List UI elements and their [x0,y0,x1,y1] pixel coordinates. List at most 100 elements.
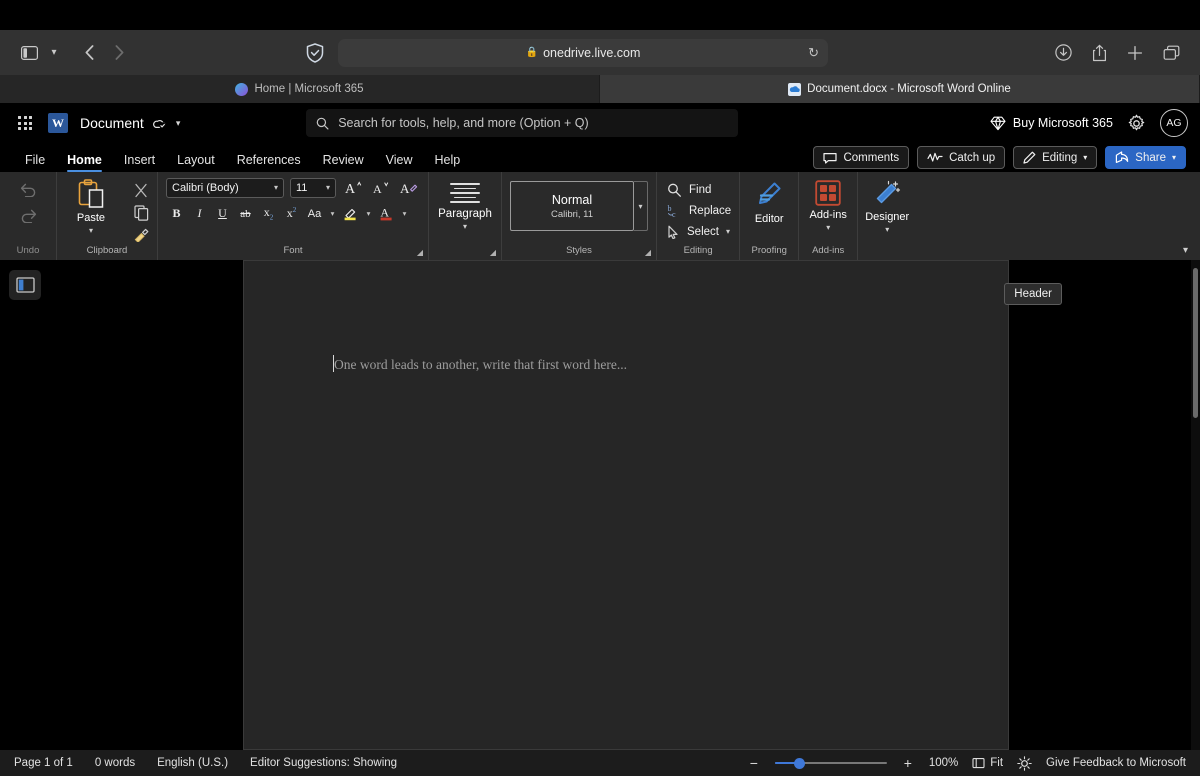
tab-references[interactable]: References [226,153,312,172]
search-box[interactable] [306,109,739,137]
document-page[interactable]: Header One word leads to another, write … [243,260,1062,750]
scrollbar-thumb[interactable] [1193,268,1198,418]
gear-icon[interactable] [1127,114,1146,133]
reload-icon[interactable]: ↻ [808,45,819,61]
grow-font-icon[interactable]: A [342,177,364,198]
tab-insert[interactable]: Insert [113,153,166,172]
buy-microsoft-365-button[interactable]: Buy Microsoft 365 [990,116,1113,131]
subscript-icon[interactable]: x2 [258,203,279,224]
cloud-saved-icon[interactable] [152,117,168,130]
font-name-select[interactable]: Calibri (Body) ▾ [166,177,284,198]
ribbon-group-editing: Find bc Replace Select ▾ Editing [656,172,739,260]
feedback-link[interactable]: Give Feedback to Microsoft [1046,757,1186,769]
page-count[interactable]: Page 1 of 1 [14,757,73,769]
chevron-down-icon: ▾ [725,227,730,236]
document-title[interactable]: Document [80,115,144,131]
format-painter-icon[interactable] [133,225,149,244]
underline-icon[interactable]: U [212,203,233,224]
buy-label: Buy Microsoft 365 [1012,116,1113,130]
tab-file[interactable]: File [14,153,56,172]
find-button[interactable]: Find [667,180,731,199]
focus-mode-icon[interactable] [1017,755,1032,771]
editor-suggestions[interactable]: Editor Suggestions: Showing [250,757,397,769]
word-count[interactable]: 0 words [95,757,135,769]
browser-toolbar-actions [1048,39,1186,67]
scrollbar-track[interactable] [1191,260,1200,750]
styles-more-chevron-icon[interactable]: ▾ [634,181,648,231]
change-case-icon[interactable]: Aa [304,203,325,224]
tab-review[interactable]: Review [312,153,375,172]
sidebar-options-chevron-icon[interactable]: ▾ [44,47,64,58]
ribbon-collapse-chevron-icon[interactable]: ▾ [1183,245,1188,256]
chevron-down-icon[interactable]: ▾ [399,209,410,218]
chevron-down-icon[interactable]: ▾ [327,209,338,218]
adblock-shield-icon[interactable] [302,40,328,66]
avatar[interactable]: AG [1159,109,1188,137]
document-canvas[interactable]: Header One word leads to another, write … [52,260,1200,750]
strikethrough-icon[interactable]: ab [235,203,256,224]
browser-tab-2[interactable]: Document.docx - Microsoft Word Online [600,75,1200,103]
title-chevron-down-icon[interactable]: ▾ [176,118,181,129]
header-label-button[interactable]: Header [1004,283,1062,305]
tab-home[interactable]: Home [56,153,113,172]
scissors-icon[interactable] [134,181,148,200]
cursor-arrow-icon [667,225,680,239]
comments-button[interactable]: Comments [813,146,910,169]
navigation-pane-icon[interactable] [9,270,41,300]
language[interactable]: English (U.S.) [157,757,228,769]
style-normal[interactable]: Normal Calibri, 11 [510,181,634,231]
waffle-grid-icon[interactable] [12,110,38,136]
fit-button[interactable]: Fit [972,757,1003,769]
text-highlight-icon[interactable] [340,203,361,224]
ribbon-group-proofing: Editor Proofing [739,172,798,260]
font-size-select[interactable]: 11 ▾ [290,177,336,198]
status-bar: Page 1 of 1 0 words English (U.S.) Edito… [0,750,1200,776]
styles-dialog-launcher-icon[interactable]: ◢ [645,248,651,257]
tab-view[interactable]: View [375,153,424,172]
sidebar-toggle-icon[interactable] [14,39,44,67]
select-button[interactable]: Select ▾ [667,222,731,241]
tab-layout[interactable]: Layout [166,153,226,172]
superscript-icon[interactable]: x2 [281,203,302,224]
copy-icon[interactable] [133,203,149,222]
clear-formatting-icon[interactable]: A [398,177,420,198]
chevron-down-icon[interactable]: ▾ [826,223,830,232]
catch-up-button[interactable]: Catch up [917,146,1006,169]
zoom-slider[interactable] [774,757,887,769]
chevron-down-icon[interactable]: ▾ [363,209,374,218]
zoom-in-button[interactable]: + [901,755,915,771]
editor-button[interactable]: Editor [740,177,798,225]
tab-help[interactable]: Help [424,153,472,172]
url-text: onedrive.live.com [543,45,641,60]
svg-text:c: c [672,210,676,218]
font-color-icon[interactable]: A [376,203,397,224]
paste-button[interactable]: Paste ▾ [57,177,125,235]
share-button[interactable]: Share ▾ [1105,146,1186,169]
address-bar[interactable]: 🔒 onedrive.live.com ↻ [338,38,828,67]
tab-overview-icon[interactable] [1156,39,1186,67]
lock-icon: 🔒 [525,47,539,58]
zoom-level[interactable]: 100% [929,757,958,769]
chevron-down-icon[interactable]: ▾ [463,222,467,231]
replace-button[interactable]: bc Replace [667,201,732,220]
chevron-down-icon[interactable]: ▾ [89,226,93,235]
editing-mode-button[interactable]: Editing ▾ [1013,146,1098,169]
search-input[interactable] [338,116,729,130]
shrink-font-icon[interactable]: A [370,177,392,198]
paragraph-dialog-launcher-icon[interactable]: ◢ [490,248,496,257]
zoom-out-button[interactable]: − [747,755,761,771]
svg-text:A: A [345,182,356,196]
chevron-down-icon[interactable]: ▾ [885,225,889,234]
paragraph-button[interactable]: Paragraph ▾ [429,177,501,231]
add-ins-button[interactable]: Add-ins ▾ [799,177,857,232]
bold-icon[interactable]: B [166,203,187,224]
italic-icon[interactable]: I [189,203,210,224]
downloads-icon[interactable] [1048,39,1078,67]
font-dialog-launcher-icon[interactable]: ◢ [417,248,423,257]
tab-title: Home | Microsoft 365 [254,83,364,95]
plus-icon[interactable] [1120,39,1150,67]
back-chevron-icon[interactable] [74,39,104,67]
designer-button[interactable]: Designer ▾ [858,177,916,234]
share-icon[interactable] [1084,39,1114,67]
browser-tab-1[interactable]: Home | Microsoft 365 [0,75,600,103]
